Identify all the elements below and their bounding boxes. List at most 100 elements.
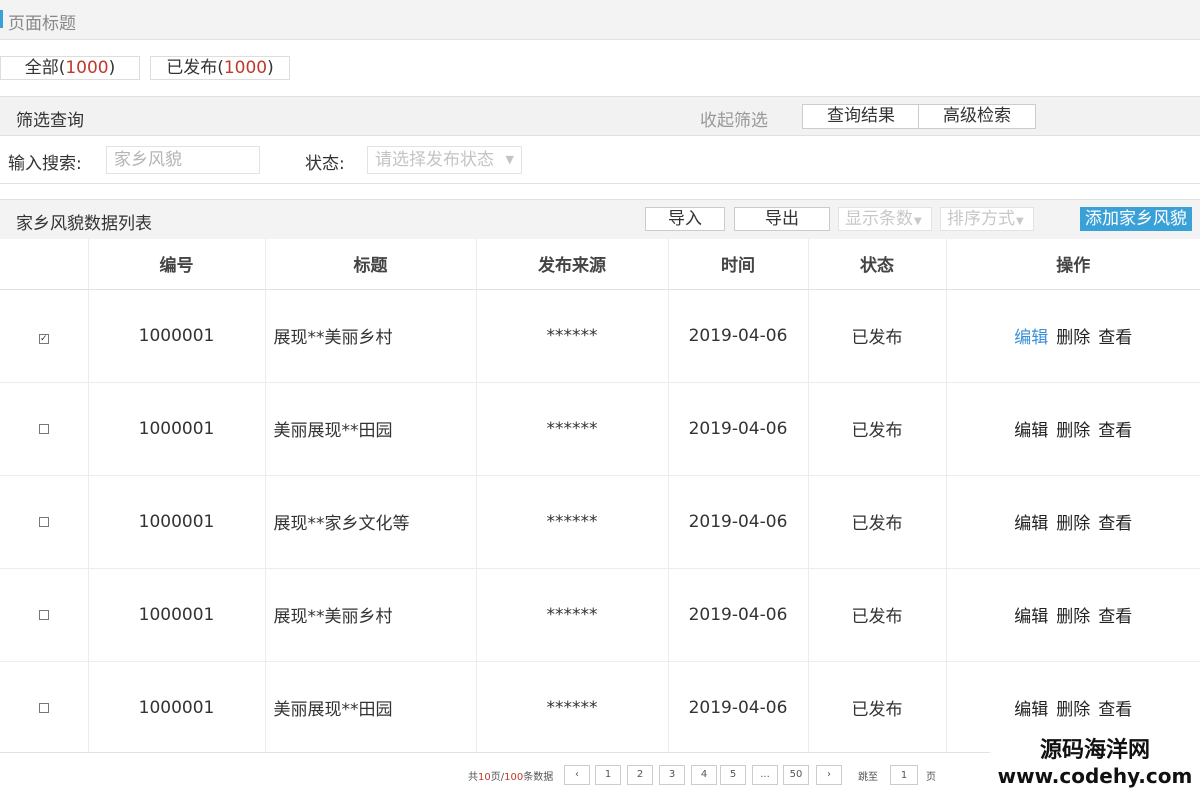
tab-all-count: 1000 — [65, 58, 109, 78]
query-results-button[interactable]: 查询结果 — [802, 104, 920, 129]
collapse-filter-button[interactable]: 收起筛选 — [700, 106, 768, 131]
table-row: 1000001 展现**家乡文化等 ****** 2019-04-06 已发布 … — [0, 475, 1200, 569]
edit-link[interactable]: 编辑 — [1014, 328, 1048, 348]
view-link[interactable]: 查看 — [1098, 514, 1132, 534]
add-item-button[interactable]: 添加家乡风貌 — [1080, 207, 1192, 231]
row-actions: 编辑 删除 查看 — [945, 568, 1200, 662]
row-date: 2019-04-06 — [667, 568, 808, 662]
next-page-button[interactable]: › — [816, 765, 842, 785]
row-source: ****** — [475, 661, 668, 755]
tab-all-label: 全部( — [24, 58, 66, 78]
column-header-time: 时间 — [667, 239, 808, 290]
search-input[interactable] — [106, 146, 260, 174]
page-button-4[interactable]: 4 — [691, 765, 717, 785]
import-button[interactable]: 导入 — [645, 207, 725, 231]
summary-mid: 页/ — [490, 772, 505, 783]
row-id: 1000001 — [87, 661, 265, 755]
row-date: 2019-04-06 — [667, 475, 808, 569]
chevron-down-icon: ▼ — [1016, 216, 1024, 227]
row-title: 美丽展现**田园 — [264, 382, 476, 476]
summary-prefix: 共 — [468, 772, 478, 783]
watermark-name: 源码海洋网 — [1039, 738, 1150, 763]
page-title: 页面标题 — [8, 14, 76, 34]
data-table: 编号 标题 发布来源 时间 状态 操作 ✓ 1000001 展现**美丽乡村 *… — [0, 239, 1200, 755]
view-link[interactable]: 查看 — [1098, 328, 1132, 348]
status-label: 状态: — [305, 154, 345, 174]
title-accent-bar — [0, 10, 3, 28]
status-select-placeholder: 请选择发布状态 — [375, 150, 494, 170]
row-checkbox[interactable] — [38, 423, 49, 434]
view-link[interactable]: 查看 — [1098, 700, 1132, 720]
tab-published-suffix: ) — [267, 58, 274, 78]
row-status: 已发布 — [807, 475, 946, 569]
row-id: 1000001 — [87, 475, 265, 569]
chevron-down-icon: ▼ — [505, 153, 514, 166]
display-count-label: 显示条数 — [845, 209, 913, 229]
page-ellipsis: ... — [752, 765, 778, 785]
tab-published-label: 已发布( — [166, 58, 224, 78]
page-button-50[interactable]: 50 — [783, 765, 809, 785]
row-actions: 编辑 删除 查看 — [945, 289, 1200, 383]
row-checkbox[interactable] — [38, 609, 49, 620]
row-source: ****** — [475, 475, 668, 569]
column-header-select — [0, 239, 88, 290]
tab-all-suffix: ) — [108, 58, 116, 78]
delete-link[interactable]: 删除 — [1056, 607, 1090, 627]
summary-suffix: 条数据 — [523, 772, 554, 783]
row-status: 已发布 — [807, 568, 946, 662]
page-button-5[interactable]: 5 — [720, 765, 746, 785]
jump-page-input[interactable] — [890, 765, 918, 785]
filter-row: 输入搜索: 状态: 请选择发布状态 ▼ — [0, 136, 1200, 184]
row-status: 已发布 — [807, 289, 946, 383]
prev-page-button[interactable]: ‹ — [564, 765, 590, 785]
row-source: ****** — [475, 382, 668, 476]
column-header-actions: 操作 — [945, 239, 1200, 290]
page-title-bar: 页面标题 — [0, 0, 1200, 40]
jump-unit: 页 — [926, 772, 936, 783]
column-header-source: 发布来源 — [475, 239, 668, 290]
delete-link[interactable]: 删除 — [1056, 700, 1090, 720]
watermark: 源码海洋网 www.codehy.com — [990, 738, 1200, 792]
view-link[interactable]: 查看 — [1098, 607, 1132, 627]
column-header-status: 状态 — [807, 239, 946, 290]
row-date: 2019-04-06 — [667, 289, 808, 383]
row-status: 已发布 — [807, 382, 946, 476]
display-count-dropdown[interactable]: 显示条数▼ — [838, 207, 932, 231]
export-button[interactable]: 导出 — [734, 207, 830, 231]
delete-link[interactable]: 删除 — [1056, 328, 1090, 348]
table-row: 1000001 展现**美丽乡村 ****** 2019-04-06 已发布 编… — [0, 568, 1200, 662]
row-title: 展现**家乡文化等 — [264, 475, 476, 569]
edit-link[interactable]: 编辑 — [1014, 421, 1048, 441]
edit-link[interactable]: 编辑 — [1014, 607, 1048, 627]
page-button-1[interactable]: 1 — [595, 765, 621, 785]
tab-published[interactable]: 已发布(1000) — [150, 56, 290, 80]
status-select[interactable]: 请选择发布状态 ▼ — [367, 146, 522, 174]
row-checkbox[interactable]: ✓ — [38, 333, 49, 344]
search-label: 输入搜索: — [8, 154, 82, 174]
view-link[interactable]: 查看 — [1098, 421, 1132, 441]
advanced-search-button[interactable]: 高级检索 — [918, 104, 1036, 129]
row-title: 展现**美丽乡村 — [264, 289, 476, 383]
page-button-3[interactable]: 3 — [659, 765, 685, 785]
row-checkbox[interactable] — [38, 702, 49, 713]
row-id: 1000001 — [87, 382, 265, 476]
total-pages: 10 — [478, 772, 491, 783]
page-button-2[interactable]: 2 — [627, 765, 653, 785]
table-row: ✓ 1000001 展现**美丽乡村 ****** 2019-04-06 已发布… — [0, 289, 1200, 383]
tab-all[interactable]: 全部(1000) — [0, 56, 140, 80]
row-id: 1000001 — [87, 289, 265, 383]
row-source: ****** — [475, 289, 668, 383]
row-title: 美丽展现**田园 — [264, 661, 476, 755]
filter-header: 筛选查询 收起筛选 查询结果 高级检索 — [0, 96, 1200, 136]
sort-dropdown[interactable]: 排序方式▼ — [940, 207, 1034, 231]
edit-link[interactable]: 编辑 — [1014, 700, 1048, 720]
table-header-row: 编号 标题 发布来源 时间 状态 操作 — [0, 239, 1200, 290]
edit-link[interactable]: 编辑 — [1014, 514, 1048, 534]
list-header: 家乡风貌数据列表 导入 导出 显示条数▼ 排序方式▼ 添加家乡风貌 — [0, 199, 1200, 239]
row-id: 1000001 — [87, 568, 265, 662]
delete-link[interactable]: 删除 — [1056, 421, 1090, 441]
row-actions: 编辑 删除 查看 — [945, 475, 1200, 569]
row-source: ****** — [475, 568, 668, 662]
row-checkbox[interactable] — [38, 516, 49, 527]
delete-link[interactable]: 删除 — [1056, 514, 1090, 534]
